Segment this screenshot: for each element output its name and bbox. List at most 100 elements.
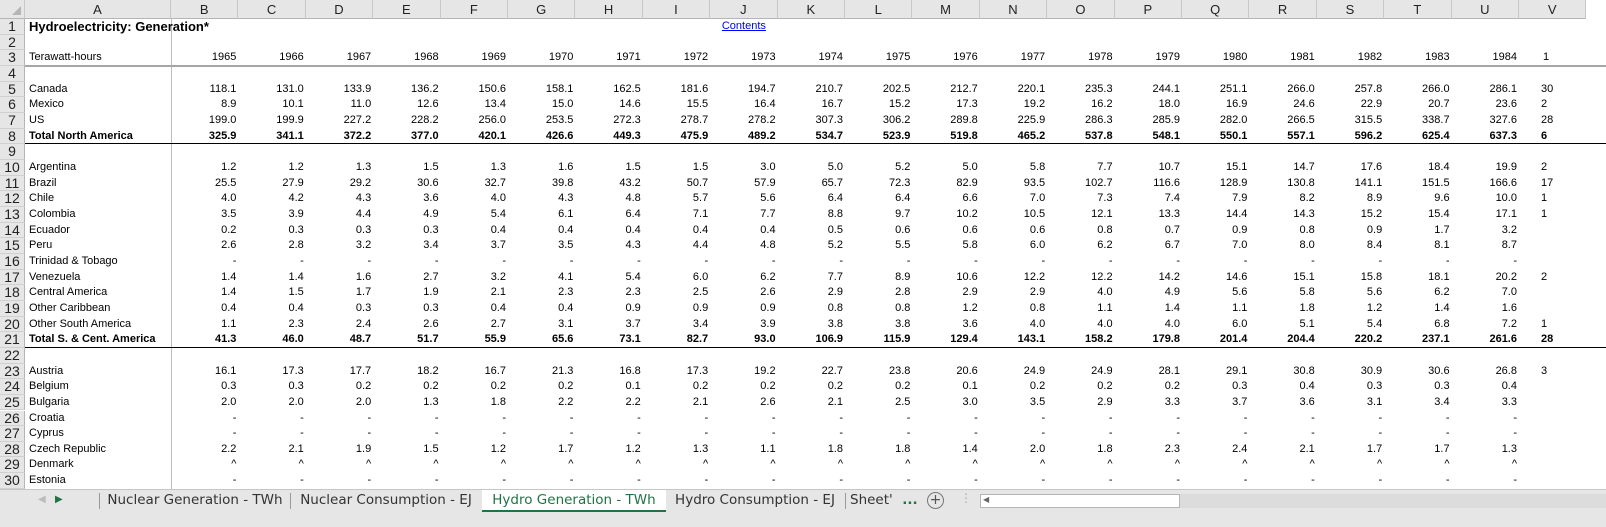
- data-cell[interactable]: 1.8: [1047, 442, 1114, 458]
- row-header-9[interactable]: 9: [0, 144, 25, 160]
- row-header-21[interactable]: 21: [0, 332, 25, 348]
- data-cell[interactable]: 2.6: [373, 317, 440, 333]
- data-cell[interactable]: 6.1: [508, 207, 575, 223]
- data-cell[interactable]: 48.7: [306, 332, 373, 348]
- data-cell[interactable]: -: [912, 473, 979, 489]
- data-cell[interactable]: -: [171, 254, 238, 270]
- data-cell[interactable]: 16.1: [171, 364, 238, 380]
- data-cell[interactable]: -: [238, 473, 305, 489]
- data-cell[interactable]: 6.2: [1384, 285, 1451, 301]
- data-cell[interactable]: 1.1: [710, 442, 777, 458]
- data-cell[interactable]: 1.7: [1384, 442, 1451, 458]
- data-cell[interactable]: 1.1: [171, 317, 238, 333]
- data-cell[interactable]: 1.7: [508, 442, 575, 458]
- data-cell[interactable]: 0.3: [171, 379, 238, 395]
- data-cell[interactable]: -: [441, 426, 508, 442]
- data-cell[interactable]: 2.2: [508, 395, 575, 411]
- data-cell[interactable]: 2.6: [710, 285, 777, 301]
- data-cell[interactable]: 1.8: [845, 442, 912, 458]
- data-cell[interactable]: 24.9: [980, 364, 1047, 380]
- data-cell[interactable]: -: [1452, 254, 1519, 270]
- data-cell[interactable]: 20.2: [1452, 270, 1519, 286]
- data-cell[interactable]: 51.7: [373, 332, 440, 348]
- column-header-g[interactable]: G: [508, 0, 576, 19]
- row-header-10[interactable]: 10: [0, 159, 25, 176]
- data-cell[interactable]: -: [171, 473, 238, 489]
- data-cell[interactable]: 5.2: [845, 160, 912, 176]
- data-cell[interactable]: 102.7: [1047, 176, 1114, 192]
- data-cell[interactable]: ^: [1317, 457, 1384, 473]
- data-cell[interactable]: 0.5: [778, 223, 845, 239]
- data-cell[interactable]: -: [1249, 426, 1316, 442]
- data-cell[interactable]: 150.6: [441, 82, 508, 98]
- data-cell[interactable]: 0.4: [171, 301, 238, 317]
- data-cell[interactable]: 15.5: [643, 97, 710, 113]
- data-cell[interactable]: -: [1182, 411, 1249, 427]
- data-cell[interactable]: -: [980, 254, 1047, 270]
- data-cell[interactable]: 30.8: [1249, 364, 1316, 380]
- data-cell[interactable]: 8.2: [1249, 191, 1316, 207]
- data-cell[interactable]: 285.9: [1115, 113, 1182, 129]
- data-cell[interactable]: 2.1: [1249, 442, 1316, 458]
- data-cell[interactable]: -: [1384, 473, 1451, 489]
- data-cell[interactable]: -: [912, 411, 979, 427]
- data-cell[interactable]: 30.9: [1317, 364, 1384, 380]
- data-cell[interactable]: 1.5: [575, 160, 642, 176]
- data-cell[interactable]: 534.7: [778, 129, 845, 145]
- data-cell[interactable]: ^: [980, 457, 1047, 473]
- data-cell[interactable]: -: [1115, 411, 1182, 427]
- row-header-15[interactable]: 15: [0, 238, 25, 254]
- data-cell[interactable]: -: [306, 473, 373, 489]
- data-cell[interactable]: 0.3: [1384, 379, 1451, 395]
- data-cell[interactable]: ^: [508, 457, 575, 473]
- data-cell[interactable]: 19.2: [710, 364, 777, 380]
- data-cell[interactable]: 7.7: [710, 207, 777, 223]
- data-cell[interactable]: 2.0: [238, 395, 305, 411]
- data-cell[interactable]: 1.3: [1452, 442, 1519, 458]
- data-cell[interactable]: 30.6: [1384, 364, 1451, 380]
- data-cell[interactable]: 4.0: [1047, 317, 1114, 333]
- data-cell[interactable]: 16.2: [1047, 97, 1114, 113]
- data-cell[interactable]: 1.8: [778, 442, 845, 458]
- data-cell[interactable]: 3.9: [238, 207, 305, 223]
- tab-nuclear-consumption-ej[interactable]: Nuclear Consumption - EJ: [291, 490, 481, 512]
- data-cell[interactable]: 5.6: [1182, 285, 1249, 301]
- data-cell[interactable]: 253.5: [508, 113, 575, 129]
- data-cell[interactable]: -: [171, 426, 238, 442]
- data-cell[interactable]: 3.0: [710, 160, 777, 176]
- data-cell[interactable]: 15.1: [1249, 270, 1316, 286]
- data-cell[interactable]: 244.1: [1115, 82, 1182, 98]
- data-cell[interactable]: 2.9: [912, 285, 979, 301]
- data-cell[interactable]: -: [1317, 473, 1384, 489]
- data-cell[interactable]: 16.8: [575, 364, 642, 380]
- data-cell[interactable]: 10.1: [238, 97, 305, 113]
- data-cell[interactable]: 3.2: [1452, 223, 1519, 239]
- data-cell[interactable]: 0.9: [1317, 223, 1384, 239]
- data-cell[interactable]: ^: [306, 457, 373, 473]
- data-cell[interactable]: -: [778, 426, 845, 442]
- data-cell[interactable]: 5.6: [1317, 285, 1384, 301]
- data-cell[interactable]: -: [1249, 411, 1316, 427]
- data-cell[interactable]: 1.4: [1384, 301, 1451, 317]
- data-cell[interactable]: 57.9: [710, 176, 777, 192]
- data-cell[interactable]: 0.9: [1182, 223, 1249, 239]
- data-cell-partial[interactable]: 2: [1519, 160, 1586, 176]
- data-cell[interactable]: 0.4: [710, 223, 777, 239]
- horizontal-scrollbar[interactable]: ◀: [980, 494, 1180, 508]
- data-cell[interactable]: 4.3: [306, 191, 373, 207]
- data-cell[interactable]: 6.4: [845, 191, 912, 207]
- column-header-u[interactable]: U: [1451, 0, 1519, 19]
- data-cell[interactable]: 73.1: [575, 332, 642, 348]
- data-cell[interactable]: -: [1047, 411, 1114, 427]
- data-cell[interactable]: 2.1: [238, 442, 305, 458]
- data-cell[interactable]: -: [306, 411, 373, 427]
- data-cell[interactable]: -: [508, 473, 575, 489]
- data-cell[interactable]: 235.3: [1047, 82, 1114, 98]
- data-cell[interactable]: ^: [1249, 457, 1316, 473]
- data-cell[interactable]: 0.6: [845, 223, 912, 239]
- data-cell[interactable]: 72.3: [845, 176, 912, 192]
- data-cell[interactable]: 6.7: [1115, 238, 1182, 254]
- data-cell-partial[interactable]: 1: [1519, 317, 1586, 333]
- data-cell[interactable]: 0.3: [373, 223, 440, 239]
- data-cell[interactable]: -: [508, 411, 575, 427]
